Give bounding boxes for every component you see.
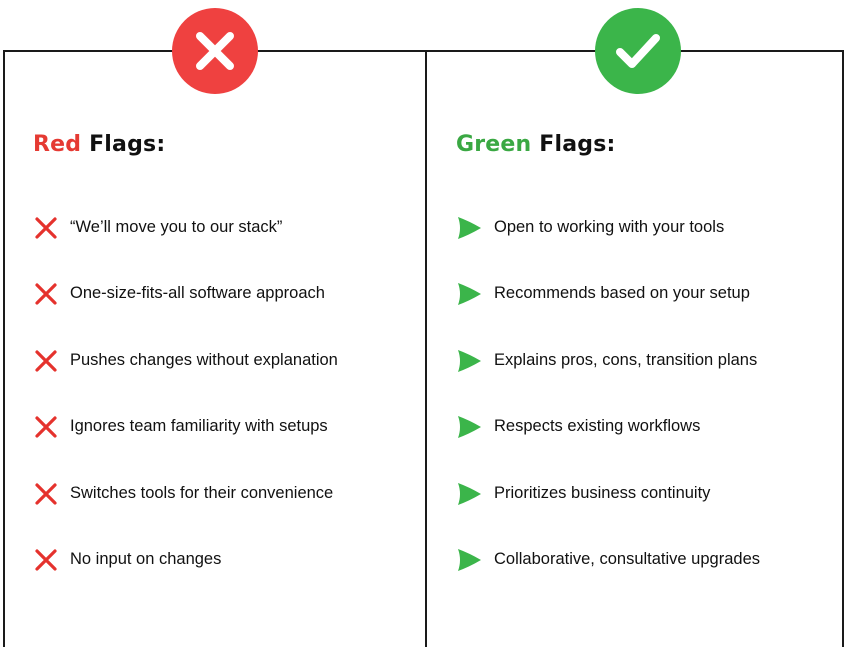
red-flag-text: Ignores team familiarity with setups [70,417,328,436]
green-flag-text: Prioritizes business continuity [494,483,711,502]
green-flags-heading-rest: Flags: [539,132,616,157]
green-triangle-arrow-icon [456,414,482,440]
red-flags-heading-rest: Flags: [89,132,166,157]
red-x-icon [33,281,59,307]
checkmark-icon [595,8,681,94]
list-item: Collaborative, consultative upgrades [456,545,760,611]
list-item: One-size-fits-all software approach [33,279,338,345]
column-divider [425,50,427,647]
red-x-icon [33,414,59,440]
green-flag-text: Recommends based on your setup [494,284,750,303]
green-flag-text: Respects existing workflows [494,417,701,436]
red-flag-text: “We’ll move you to our stack” [70,218,283,236]
green-triangle-arrow-icon [456,348,482,374]
green-flags-heading: Green Flags: [456,132,616,157]
red-flag-text: One-size-fits-all software approach [70,284,325,303]
list-item: No input on changes [33,545,338,611]
red-x-icon [33,348,59,374]
red-flags-heading-accent: Red [33,132,82,157]
green-triangle-arrow-icon [456,281,482,307]
red-flag-text: Pushes changes without explanation [70,350,338,369]
list-item: Prioritizes business continuity [456,479,760,545]
green-flag-text: Collaborative, consultative upgrades [494,549,760,568]
green-flag-text: Explains pros, cons, transition plans [494,350,758,369]
green-triangle-arrow-icon [456,481,482,507]
list-item: Pushes changes without explanation [33,346,338,412]
green-flag-text: Open to working with your tools [494,218,725,236]
list-item: “We’ll move you to our stack” [33,213,338,279]
red-flag-text: No input on changes [70,549,222,568]
green-flags-heading-accent: Green [456,132,532,157]
list-item: Respects existing workflows [456,412,760,478]
green-flags-list: Open to working with your tools Recommen… [456,213,760,611]
list-item: Switches tools for their convenience [33,479,338,545]
red-flags-heading: Red Flags: [33,132,165,157]
red-x-icon [33,547,59,573]
green-triangle-arrow-icon [456,547,482,573]
red-x-icon [33,215,59,241]
x-mark-icon [172,8,258,94]
list-item: Open to working with your tools [456,213,760,279]
red-x-icon [33,481,59,507]
red-flags-list: “We’ll move you to our stack” One-size-f… [33,213,338,611]
red-flag-text: Switches tools for their convenience [70,483,334,502]
list-item: Explains pros, cons, transition plans [456,346,760,412]
green-triangle-arrow-icon [456,215,482,241]
list-item: Recommends based on your setup [456,279,760,345]
list-item: Ignores team familiarity with setups [33,412,338,478]
